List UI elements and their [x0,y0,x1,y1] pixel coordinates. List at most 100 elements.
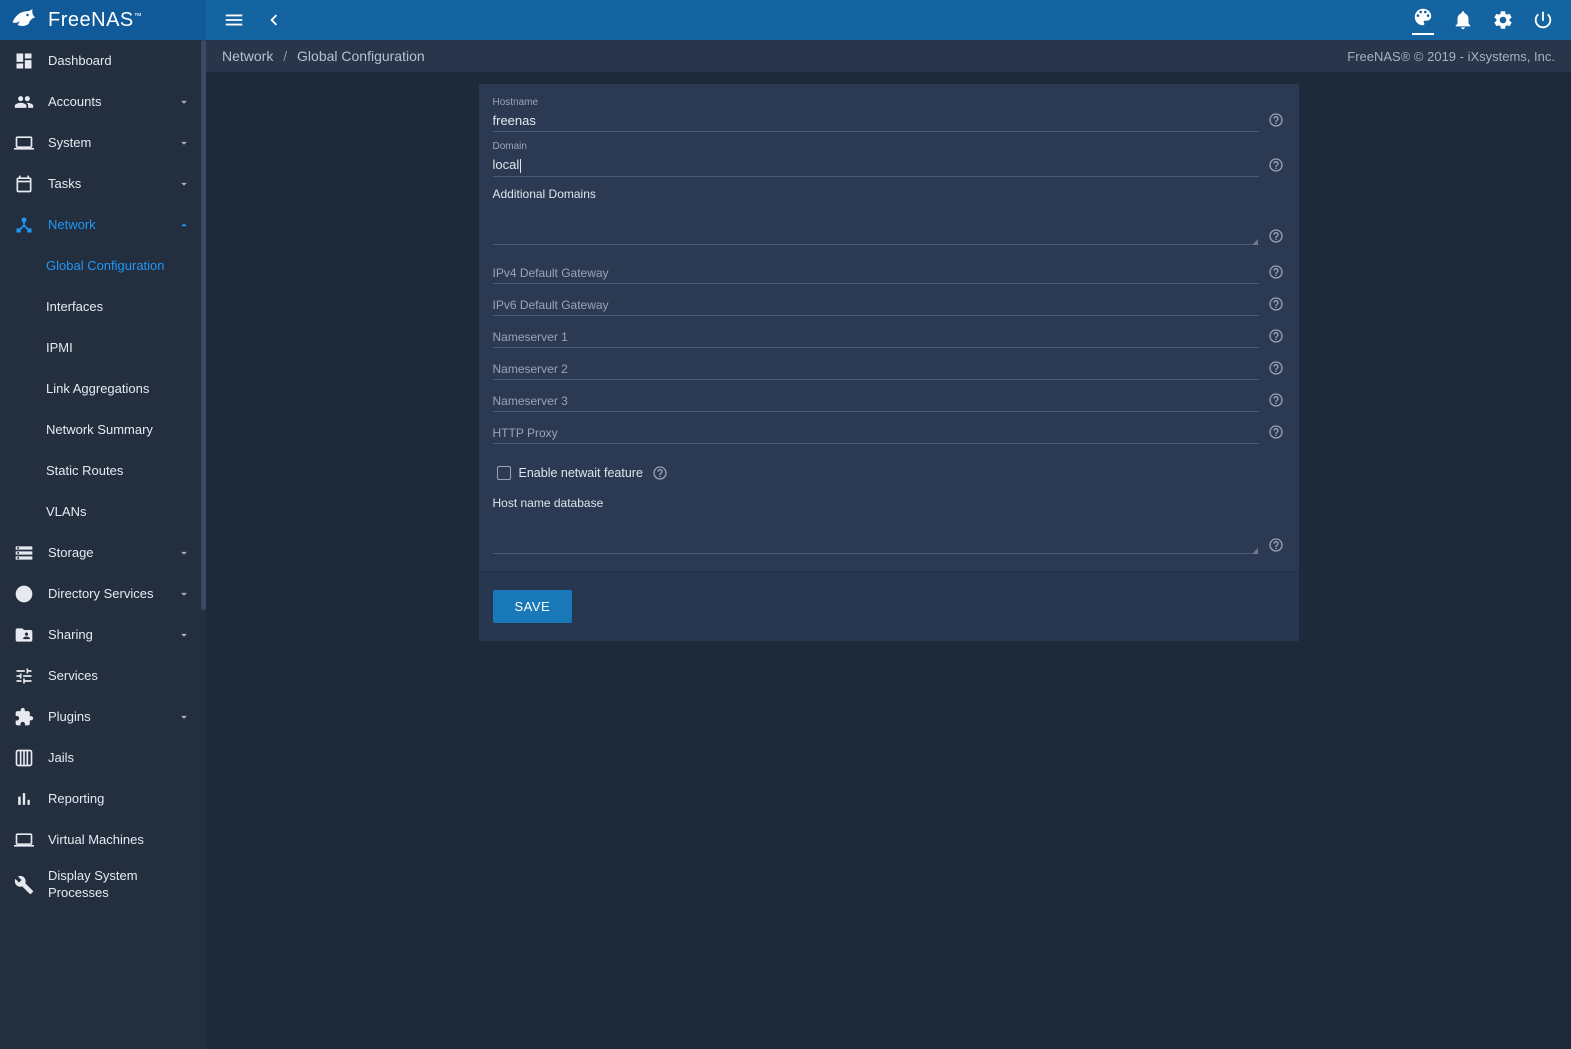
hostname-input[interactable] [493,110,1259,132]
sidebar-item-accounts[interactable]: Accounts [0,81,206,122]
sidebar-item-label: Plugins [48,709,174,724]
main-content: Network / Global Configuration FreeNAS® … [206,40,1571,1049]
additional-domains-label: Additional Domains [493,187,1285,201]
sidebar-item-label: Sharing [48,627,174,642]
topbar [206,0,1571,40]
menu-toggle-button[interactable] [214,0,254,40]
sidebar-item-sharing[interactable]: Sharing [0,614,206,655]
ipv6-gateway-input[interactable] [493,294,1259,316]
sidebar-item-reporting[interactable]: Reporting [0,778,206,819]
ipv6-gateway-help[interactable] [1267,295,1285,313]
save-button[interactable]: SAVE [493,590,573,623]
nameserver1-help[interactable] [1267,327,1285,345]
folder-shared-icon [14,625,34,645]
sidebar-subitem-network-summary[interactable]: Network Summary [0,409,206,450]
global-config-card: Hostname Domain local [479,84,1299,641]
host-name-db-input[interactable] [493,516,1259,554]
host-name-db-help[interactable] [1267,536,1285,554]
sidebar-item-label: Storage [48,545,174,560]
sidebar-item-label: Jails [48,750,194,765]
sidebar-item-label: Display System Processes [48,868,194,902]
help-icon [1268,360,1284,376]
back-button[interactable] [254,0,294,40]
nameserver2-help[interactable] [1267,359,1285,377]
breadcrumb-bar: Network / Global Configuration FreeNAS® … [206,40,1571,72]
sidebar-item-system[interactable]: System [0,122,206,163]
ipv4-gateway-input[interactable] [493,262,1259,284]
help-icon [652,465,668,481]
brand-name: FreeNAS™ [48,9,142,32]
sidebar-subitem-vlans[interactable]: VLANs [0,491,206,532]
sidebar-item-tasks[interactable]: Tasks [0,163,206,204]
storage-icon [14,543,34,563]
nameserver3-help[interactable] [1267,391,1285,409]
hostname-label: Hostname [493,98,1259,108]
hostname-help[interactable] [1267,111,1285,129]
sidebar-subitem-ipmi[interactable]: IPMI [0,327,206,368]
notifications-button[interactable] [1443,0,1483,40]
help-icon [1268,264,1284,280]
chevron-up-icon [177,218,191,232]
chevron-down-icon [177,546,191,560]
sidebar-item-label: Dashboard [48,53,194,68]
sidebar-item-display-system-processes[interactable]: Display System Processes [0,860,206,910]
sidebar-item-network[interactable]: Network [0,204,206,245]
gear-icon [1492,9,1514,31]
sidebar-item-label: Network [48,217,174,232]
jail-icon [14,748,34,768]
theme-button[interactable] [1403,0,1443,40]
sidebar-item-directory-services[interactable]: Directory Services [0,573,206,614]
chevron-left-icon [263,9,285,31]
sidebar-item-services[interactable]: Services [0,655,206,696]
tune-icon [14,666,34,686]
http-proxy-help[interactable] [1267,423,1285,441]
ipv4-gateway-help[interactable] [1267,263,1285,281]
chevron-down-icon [177,177,191,191]
freenas-shark-icon [10,5,40,35]
sidebar-item-jails[interactable]: Jails [0,737,206,778]
help-icon [1268,392,1284,408]
brand-logo[interactable]: FreeNAS™ [0,0,206,40]
sidebar-item-storage[interactable]: Storage [0,532,206,573]
nameserver2-input[interactable] [493,358,1259,380]
power-icon [1532,9,1554,31]
group-icon [14,92,34,112]
breadcrumb: Network / Global Configuration [222,48,425,64]
nameserver1-input[interactable] [493,326,1259,348]
sidebar-item-virtual-machines[interactable]: Virtual Machines [0,819,206,860]
domain-help[interactable] [1267,156,1285,174]
sidebar-item-label: Directory Services [48,586,174,601]
menu-icon [223,9,245,31]
http-proxy-input[interactable] [493,422,1259,444]
sidebar-item-dashboard[interactable]: Dashboard [0,40,206,81]
sidebar-subitem-link-aggregations[interactable]: Link Aggregations [0,368,206,409]
sidebar-item-plugins[interactable]: Plugins [0,696,206,737]
sidebar: Dashboard Accounts System Tasks Network Globa… [0,40,206,1049]
additional-domains-input[interactable] [493,207,1259,245]
settings-button[interactable] [1483,0,1523,40]
chevron-down-icon [177,587,191,601]
chevron-down-icon [177,95,191,109]
extension-icon [14,707,34,727]
additional-domains-help[interactable] [1267,227,1285,245]
sidebar-item-label: Virtual Machines [48,832,194,847]
laptop-icon [14,830,34,850]
sidebar-item-label: System [48,135,174,150]
domain-input[interactable]: local [493,154,1259,177]
nameserver3-input[interactable] [493,390,1259,412]
sidebar-item-label: Services [48,668,194,683]
netwait-help[interactable] [651,464,669,482]
sidebar-subitem-static-routes[interactable]: Static Routes [0,450,206,491]
bar-chart-icon [14,789,34,809]
sidebar-subitem-interfaces[interactable]: Interfaces [0,286,206,327]
sidebar-subitem-global-configuration[interactable]: Global Configuration [0,245,206,286]
netwait-checkbox[interactable] [497,466,511,480]
help-icon [1268,112,1284,128]
help-icon [1268,157,1284,173]
breadcrumb-parent[interactable]: Network [222,48,273,64]
domain-label: Domain [493,142,1259,152]
power-button[interactable] [1523,0,1563,40]
build-icon [14,875,34,895]
text-cursor [520,159,521,173]
info-icon [14,584,34,604]
